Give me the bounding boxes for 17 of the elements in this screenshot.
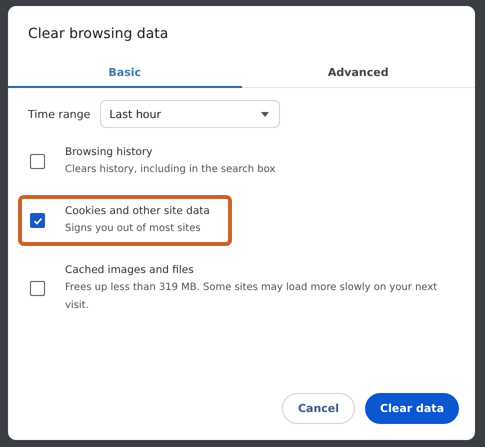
option-description: Frees up less than 319 MB. Some sites may load more slowly on your next visit. (65, 281, 438, 313)
time-range-dropdown[interactable]: Last hour (100, 100, 280, 128)
option-description: Signs you out of most sites (65, 222, 202, 236)
clear-data-button[interactable]: Clear data (365, 393, 459, 424)
option-title: Browsing history (65, 145, 154, 160)
checkbox[interactable] (30, 213, 45, 228)
cancel-button[interactable]: Cancel (282, 393, 356, 424)
tab[interactable]: Basic (8, 58, 242, 88)
dropdown-caret-icon (261, 112, 270, 116)
tab[interactable]: Advanced (242, 58, 475, 88)
checkbox[interactable] (30, 281, 45, 296)
option-title: Cookies and other site data (65, 204, 210, 219)
time-range-label: Time range (28, 108, 90, 120)
dialog-title: Clear browsing data (27, 25, 170, 44)
option-description: Clears history, including in the search box (65, 163, 276, 177)
option-title: Cached images and files (65, 263, 195, 278)
checkbox[interactable] (30, 154, 45, 169)
